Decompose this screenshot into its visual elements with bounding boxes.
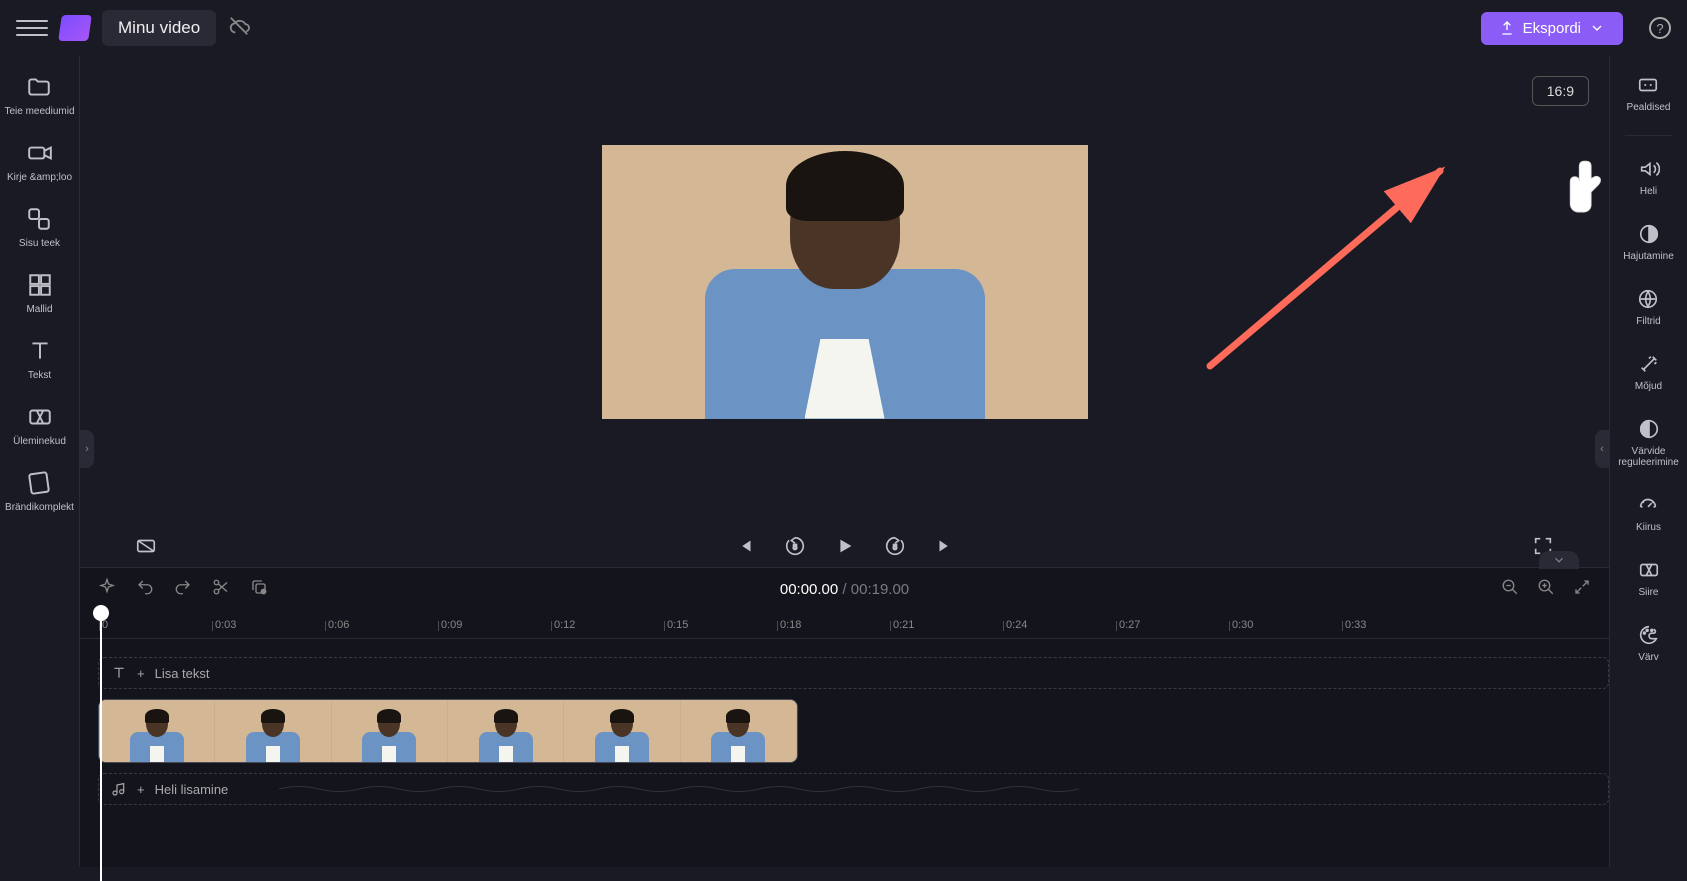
ruler-tick: 0:09	[441, 619, 462, 631]
sidebar-label: Brändikomplekt	[5, 502, 74, 514]
sidebar-item-text[interactable]: Tekst	[27, 338, 53, 382]
ruler-tick: 0:24	[1006, 619, 1027, 631]
sidebar-item-fade[interactable]: Hajutamine	[1623, 223, 1674, 262]
center-panel: 16:9 5 5	[80, 56, 1609, 867]
collapse-timeline-icon[interactable]	[1539, 551, 1579, 569]
aspect-ratio-button[interactable]: 16:9	[1532, 76, 1589, 106]
export-label: Ekspordi	[1523, 20, 1581, 37]
skip-end-icon[interactable]	[934, 535, 956, 557]
video-clip[interactable]	[98, 699, 798, 763]
audio-track-label: Heli lisamine	[155, 782, 229, 797]
sidebar-item-speed[interactable]: Kiirus	[1636, 494, 1661, 533]
sidebar-item-captions[interactable]: Pealdised	[1627, 74, 1671, 113]
sidebar-label: Värv	[1638, 652, 1659, 663]
text-track-label: Lisa tekst	[155, 666, 210, 681]
sidebar-item-audio[interactable]: Heli	[1638, 158, 1660, 197]
waveform	[279, 782, 1079, 796]
timeline-toolbar: 00:00.00 / 00:19.00	[80, 568, 1609, 611]
current-time: 00:00.00	[780, 581, 838, 598]
video-track[interactable]	[98, 699, 1609, 763]
sidebar-label: Kirje &amp;loo	[7, 172, 72, 184]
sidebar-item-filters[interactable]: Filtrid	[1636, 288, 1660, 327]
video-canvas[interactable]	[602, 145, 1088, 419]
sidebar-label: Siire	[1638, 587, 1658, 598]
help-icon[interactable]: ?	[1649, 17, 1671, 39]
menu-icon[interactable]	[16, 12, 48, 44]
sidebar-item-brandkit[interactable]: Brändikomplekt	[5, 470, 74, 514]
ruler-tick: 0:27	[1119, 619, 1140, 631]
sidebar-item-transitions[interactable]: Üleminekud	[13, 404, 66, 448]
ruler-tick: 0:33	[1345, 619, 1366, 631]
export-button[interactable]: Ekspordi	[1481, 12, 1623, 45]
copy-icon[interactable]	[250, 578, 268, 601]
sidebar-item-transition[interactable]: Siire	[1638, 559, 1660, 598]
collapse-right-panel[interactable]: ‹	[1595, 430, 1609, 468]
preview-toggle-icon[interactable]	[135, 535, 157, 557]
redo-icon[interactable]	[174, 578, 192, 601]
sidebar-label: Tekst	[28, 370, 51, 382]
ruler-tick: 0:03	[215, 619, 236, 631]
sidebar-label: Sisu teek	[19, 238, 60, 250]
zoom-in-icon[interactable]	[1537, 578, 1555, 601]
undo-icon[interactable]	[136, 578, 154, 601]
ruler-tick: 0:30	[1232, 619, 1253, 631]
sidebar-item-media[interactable]: Teie meediumid	[4, 74, 74, 118]
ruler-tick: 0:15	[667, 619, 688, 631]
sidebar-item-color[interactable]: Värv	[1638, 624, 1660, 663]
ruler-tick: 0:12	[554, 619, 575, 631]
forward-5-icon[interactable]: 5	[884, 535, 906, 557]
ruler-tick: 0:21	[893, 619, 914, 631]
play-icon[interactable]	[834, 535, 856, 557]
total-time: 00:19.00	[851, 581, 909, 598]
auto-compose-icon[interactable]	[98, 578, 116, 601]
text-track[interactable]: + Lisa tekst	[98, 657, 1609, 689]
cloud-off-icon[interactable]	[228, 15, 250, 42]
split-icon[interactable]	[212, 578, 230, 601]
app-logo	[58, 15, 92, 41]
preview-stage: 16:9	[80, 56, 1609, 517]
top-bar: Minu video Ekspordi ?	[0, 0, 1687, 56]
sidebar-item-record[interactable]: Kirje &amp;loo	[7, 140, 72, 184]
sidebar-label: Teie meediumid	[4, 106, 74, 118]
zoom-out-icon[interactable]	[1501, 578, 1519, 601]
annotation-arrow	[1200, 156, 1460, 386]
sidebar-item-content-library[interactable]: Sisu teek	[19, 206, 60, 250]
rewind-5-icon[interactable]: 5	[784, 535, 806, 557]
sidebar-label: Värvide reguleerimine	[1614, 446, 1684, 468]
sidebar-label: Hajutamine	[1623, 251, 1674, 262]
left-sidebar: Teie meediumid Kirje &amp;loo Sisu teek …	[0, 56, 80, 867]
sidebar-label: Kiirus	[1636, 522, 1661, 533]
playback-controls: 5 5	[80, 517, 1609, 567]
right-sidebar: Pealdised Heli Hajutamine Filtrid Mõjud …	[1609, 56, 1687, 867]
sidebar-item-color-adjust[interactable]: Värvide reguleerimine	[1614, 418, 1684, 468]
svg-text:5: 5	[892, 543, 896, 552]
skip-start-icon[interactable]	[734, 535, 756, 557]
sidebar-label: Pealdised	[1627, 102, 1671, 113]
sidebar-label: Üleminekud	[13, 436, 66, 448]
sidebar-item-templates[interactable]: Mallid	[26, 272, 52, 316]
timeline-area: 00:00.00 / 00:19.00 0 0:03 0:06 0:09 0:1…	[80, 567, 1609, 867]
ruler-tick: 0:18	[780, 619, 801, 631]
sidebar-label: Mõjud	[1635, 381, 1662, 392]
sidebar-label: Heli	[1640, 186, 1657, 197]
ruler-tick: 0:06	[328, 619, 349, 631]
fit-zoom-icon[interactable]	[1573, 578, 1591, 601]
playhead[interactable]	[100, 611, 102, 881]
sidebar-label: Mallid	[26, 304, 52, 316]
audio-track[interactable]: + Heli lisamine	[98, 773, 1609, 805]
timeline-ruler[interactable]: 0 0:03 0:06 0:09 0:12 0:15 0:18 0:21 0:2…	[80, 611, 1609, 639]
sidebar-item-effects[interactable]: Mõjud	[1635, 353, 1662, 392]
svg-text:5: 5	[792, 543, 796, 552]
timeline-tracks: + Lisa tekst + Heli lis	[80, 639, 1609, 867]
timeline-time: 00:00.00 / 00:19.00	[780, 581, 909, 599]
sidebar-label: Filtrid	[1636, 316, 1660, 327]
project-title[interactable]: Minu video	[102, 10, 216, 46]
